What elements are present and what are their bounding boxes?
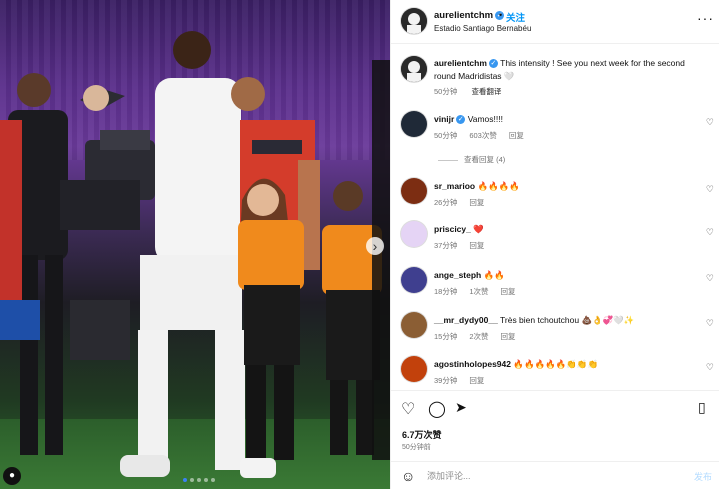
- comment-likes[interactable]: 603次赞: [469, 131, 497, 140]
- comment-time: 18分钟: [434, 287, 458, 296]
- comment-row: priscicy_ ❤️ 37分钟 回复 ♡: [391, 218, 719, 258]
- comment-composer: ☺ 发布: [391, 461, 719, 489]
- comment-body: sr_marioo 🔥🔥🔥🔥: [434, 180, 692, 193]
- caption-meta: 50分钟 查看翻译: [434, 86, 513, 97]
- post-comment-button[interactable]: 发布: [694, 470, 712, 483]
- player-white-figure: [120, 31, 245, 477]
- caption-row: aurelientchm ✓ This intensity ! See you n…: [391, 52, 719, 102]
- commenter-username[interactable]: ange_steph: [434, 270, 481, 280]
- post-location[interactable]: Estadio Santiago Bernabéu: [434, 24, 531, 33]
- next-photo-button[interactable]: ›: [366, 237, 384, 255]
- comment-row: sr_marioo 🔥🔥🔥🔥 26分钟 回复 ♡: [391, 175, 719, 215]
- heart-icon[interactable]: ♡: [401, 399, 415, 419]
- commenter-username[interactable]: priscicy_: [434, 224, 471, 234]
- comment-text: Très bien tchoutchou 💩👌💞🤍✨: [500, 315, 635, 325]
- commenter-avatar[interactable]: [401, 267, 427, 293]
- comment-row: vinijr ✓ Vamos!!!! 50分钟 603次赞 回复 ♡ 查看回复 (4): [391, 108, 719, 164]
- commenter-username[interactable]: agostinholopes942: [434, 359, 511, 369]
- view-replies-link[interactable]: 查看回复 (4): [438, 154, 505, 165]
- comment-row: ange_steph 🔥🔥 18分钟 1次赞 回复 ♡: [391, 264, 719, 304]
- bookmark-icon[interactable]: ▯: [698, 399, 706, 416]
- comment-text: ❤️: [473, 224, 484, 234]
- verified-badge-icon: ✓: [488, 59, 498, 69]
- comment-body: priscicy_ ❤️: [434, 223, 692, 236]
- comment-meta: 39分钟 回复: [434, 375, 496, 386]
- comment-input[interactable]: [427, 468, 677, 484]
- comment-text: Vamos!!!!: [467, 114, 503, 124]
- translate-link[interactable]: 查看翻译: [471, 87, 501, 96]
- photo-scene: [0, 31, 390, 478]
- verified-badge-icon: ✓: [456, 115, 466, 125]
- commenter-avatar[interactable]: [401, 178, 427, 204]
- reply-button[interactable]: 回复: [501, 332, 516, 341]
- comment-time: 26分钟: [434, 198, 458, 207]
- comment-like-icon[interactable]: ♡: [706, 184, 714, 195]
- view-replies-label[interactable]: 查看回复 (4): [464, 155, 505, 164]
- caption-time: 50分钟: [434, 87, 458, 96]
- post-photo[interactable]: › ●: [0, 0, 390, 489]
- comment-meta: 50分钟 603次赞 回复: [434, 130, 536, 141]
- post-header: aurelientchm ✓ • 关注 Estadio Santiago Bern…: [391, 0, 719, 44]
- emoji-picker-icon[interactable]: ☺: [401, 468, 415, 484]
- likes-count[interactable]: 6.7万次赞: [402, 428, 442, 441]
- more-options-icon[interactable]: ···: [697, 10, 714, 26]
- comment-text: 🔥🔥: [483, 270, 505, 280]
- comment-text: 🔥🔥🔥🔥: [477, 181, 520, 191]
- comment-body: vinijr ✓ Vamos!!!!: [434, 113, 692, 126]
- comment-like-icon[interactable]: ♡: [706, 318, 714, 329]
- comment-meta: 37分钟 回复: [434, 240, 496, 251]
- reply-button[interactable]: 回复: [509, 131, 524, 140]
- comment-like-icon[interactable]: ♡: [706, 227, 714, 238]
- comment-body: agostinholopes942 🔥🔥🔥🔥🔥👏👏👏: [434, 358, 692, 371]
- carousel-dots: [183, 478, 215, 482]
- comment-meta: 26分钟 回复: [434, 197, 496, 208]
- comment-like-icon[interactable]: ♡: [706, 273, 714, 284]
- commenter-username[interactable]: __mr_dydy00__: [434, 315, 498, 325]
- caption-avatar[interactable]: [401, 56, 427, 82]
- reply-button[interactable]: 回复: [501, 287, 516, 296]
- commenter-username[interactable]: sr_marioo: [434, 181, 475, 191]
- commenter-avatar[interactable]: [401, 312, 427, 338]
- reply-button[interactable]: 回复: [469, 376, 484, 385]
- comment-like-icon[interactable]: ♡: [706, 362, 714, 373]
- comment-text: 🔥🔥🔥🔥🔥👏👏👏: [513, 359, 599, 369]
- comment-meta: 15分钟 2次赞 回复: [434, 331, 528, 342]
- comment-row: agostinholopes942 🔥🔥🔥🔥🔥👏👏👏 39分钟 回复 ♡: [391, 353, 719, 393]
- comment-likes[interactable]: 1次赞: [469, 287, 488, 296]
- tagged-users-icon[interactable]: ●: [3, 467, 21, 485]
- comment-time: 50分钟: [434, 131, 458, 140]
- follow-button[interactable]: 关注: [506, 10, 525, 24]
- author-username[interactable]: aurelientchm: [434, 10, 493, 21]
- comment-meta: 18分钟 1次赞 回复: [434, 286, 528, 297]
- comment-time: 37分钟: [434, 241, 458, 250]
- child-mascot-girl: [238, 178, 304, 478]
- comment-body: ange_steph 🔥🔥: [434, 269, 692, 282]
- commenter-avatar[interactable]: [401, 356, 427, 382]
- author-username-row[interactable]: aurelientchm ✓: [434, 10, 505, 21]
- share-icon[interactable]: ➤: [455, 399, 467, 416]
- separator-dot: •: [499, 10, 503, 20]
- comment-time: 39分钟: [434, 376, 458, 385]
- reply-divider: [438, 159, 458, 161]
- post-side-panel: aurelientchm ✓ • 关注 Estadio Santiago Bern…: [390, 0, 719, 489]
- post-actions: ♡ ◯ ➤ ▯ 6.7万次赞 50分钟前: [391, 390, 719, 458]
- posted-time: 50分钟前: [402, 444, 431, 451]
- comment-like-icon[interactable]: ♡: [706, 117, 714, 128]
- reply-button[interactable]: 回复: [469, 198, 484, 207]
- commenter-avatar[interactable]: [401, 221, 427, 247]
- comment-body: __mr_dydy00__ Très bien tchoutchou 💩👌💞🤍✨: [434, 314, 692, 327]
- comment-likes[interactable]: 2次赞: [469, 332, 488, 341]
- player-red-left: [0, 120, 22, 320]
- commenter-avatar[interactable]: [401, 111, 427, 137]
- cameraman-figure: [8, 73, 155, 455]
- caption-username[interactable]: aurelientchm: [434, 58, 487, 68]
- caption-body: aurelientchm ✓ This intensity ! See you n…: [434, 57, 692, 83]
- comment-icon[interactable]: ◯: [428, 399, 446, 419]
- comment-time: 15分钟: [434, 332, 458, 341]
- comment-row: __mr_dydy00__ Très bien tchoutchou 💩👌💞🤍✨…: [391, 309, 719, 349]
- commenter-username[interactable]: vinijr: [434, 114, 454, 124]
- reply-button[interactable]: 回复: [469, 241, 484, 250]
- author-avatar[interactable]: [401, 8, 427, 34]
